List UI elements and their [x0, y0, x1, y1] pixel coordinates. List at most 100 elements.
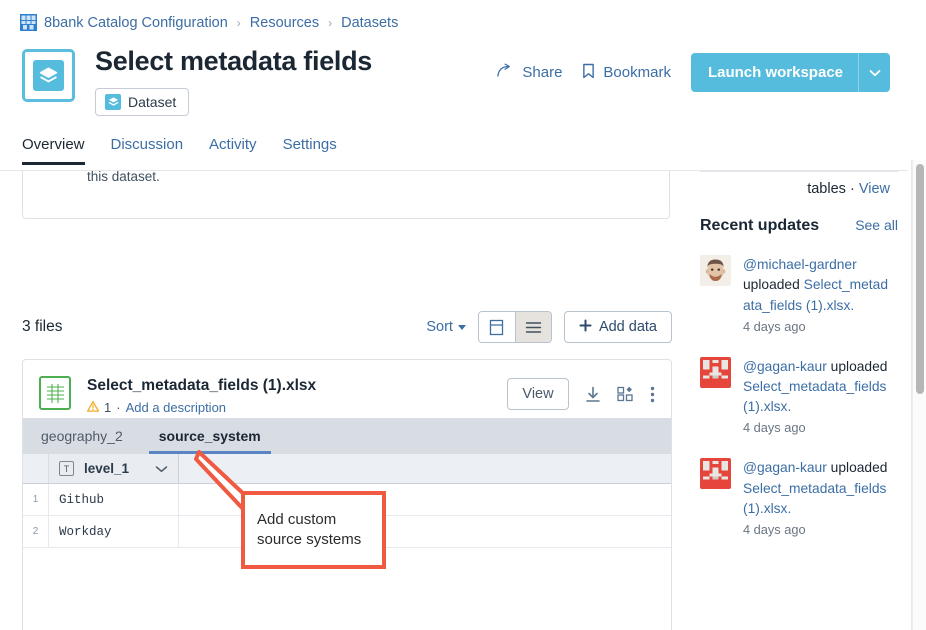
update-time: 4 days ago: [743, 522, 806, 538]
card-view-icon[interactable]: [478, 312, 515, 342]
recent-updates-title: Recent updates: [700, 217, 820, 234]
files-count: 3 files: [22, 318, 63, 335]
app-root: 8bank Catalog Configuration › Resources …: [0, 0, 926, 630]
file-card: Select_metadata_fields (1).xlsx 1 · Add …: [22, 359, 672, 630]
bookmark-button[interactable]: Bookmark: [582, 63, 671, 83]
download-icon[interactable]: [585, 386, 601, 403]
update-file[interactable]: Select_metadata_fields (1).xlsx.: [743, 379, 886, 414]
view-file-button[interactable]: View: [507, 378, 569, 410]
tab-settings[interactable]: Settings: [283, 136, 337, 165]
breadcrumb-separator: ›: [328, 15, 333, 30]
bookmark-icon: [582, 63, 595, 83]
avatar[interactable]: [700, 458, 731, 490]
grid-column-header-level-1[interactable]: T level_1: [49, 454, 179, 483]
plus-icon: [579, 319, 592, 336]
launch-workspace-button[interactable]: Launch workspace: [690, 53, 890, 92]
add-description-link[interactable]: Add a description: [126, 400, 226, 415]
table-row[interactable]: 1 Github: [23, 484, 671, 516]
update-time: 4 days ago: [743, 420, 806, 436]
breadcrumb-item-1[interactable]: Resources: [250, 15, 319, 31]
sub-separator: ·: [116, 400, 121, 415]
tables-summary: tables · View: [690, 181, 890, 197]
breadcrumb-item-0[interactable]: 8bank Catalog Configuration: [44, 15, 228, 31]
header-actions: Share Bookmark Launch workspace: [497, 53, 890, 92]
avatar[interactable]: [700, 255, 731, 286]
update-action: uploaded: [830, 358, 888, 374]
chevron-down-icon[interactable]: [858, 53, 890, 92]
files-toolbar: 3 files Sort Add data: [22, 311, 672, 343]
grid-cell[interactable]: Github: [49, 484, 179, 515]
sort-label: Sort: [426, 319, 453, 335]
list-item: @michael-gardner uploaded Select_metadat…: [700, 255, 900, 337]
breadcrumb-item-2[interactable]: Datasets: [341, 15, 398, 31]
spreadsheet-grid: T level_1 1 Github 2 Workday: [23, 454, 671, 630]
file-card-actions: View: [507, 376, 655, 410]
grid-column-label: level_1: [84, 461, 130, 476]
row-number: 2: [23, 516, 49, 547]
update-text: @michael-gardner uploaded Select_metadat…: [743, 255, 888, 337]
grid-cell[interactable]: Workday: [49, 516, 179, 547]
nav-tabs: Overview Discussion Activity Settings: [0, 116, 908, 165]
page-header: 8bank Catalog Configuration › Resources …: [0, 0, 908, 171]
update-action: uploaded: [743, 277, 800, 293]
sheet-tab-geography-2[interactable]: geography_2: [23, 418, 141, 454]
layers-icon: [105, 93, 121, 110]
title-block: Select metadata fields Dataset: [95, 46, 373, 116]
table-row[interactable]: 2 Workday: [23, 516, 671, 548]
list-view-icon[interactable]: [514, 312, 551, 342]
breadcrumb: 8bank Catalog Configuration › Resources …: [0, 0, 908, 31]
chevron-down-icon: [457, 324, 466, 330]
more-vertical-icon[interactable]: [650, 386, 655, 403]
text-type-icon: T: [59, 461, 74, 476]
share-button[interactable]: Share: [497, 63, 562, 82]
update-file[interactable]: Select_metadata_fields (1).xlsx.: [743, 481, 886, 516]
update-user[interactable]: @michael-gardner: [743, 257, 857, 272]
recent-updates-header: Recent updates See all: [700, 217, 898, 235]
right-sidebar: tables · View Recent updates See all @mi…: [690, 171, 908, 630]
scrollbar-thumb[interactable]: [916, 164, 924, 394]
catalog-grid-icon: [20, 14, 37, 31]
tables-view-link[interactable]: View: [859, 181, 890, 197]
update-action: uploaded: [830, 460, 888, 476]
file-card-header: Select_metadata_fields (1).xlsx 1 · Add …: [23, 360, 671, 415]
sidebar-divider: [700, 171, 898, 172]
update-user[interactable]: @gagan-kaur: [743, 359, 827, 374]
tab-activity[interactable]: Activity: [209, 136, 257, 165]
tab-overview[interactable]: Overview: [22, 136, 85, 165]
file-card-titles: Select_metadata_fields (1).xlsx 1 · Add …: [86, 376, 317, 415]
bookmark-label: Bookmark: [603, 64, 671, 81]
sort-button[interactable]: Sort: [426, 319, 466, 335]
file-card-subline: 1 · Add a description: [86, 400, 316, 415]
add-data-button[interactable]: Add data: [563, 311, 672, 343]
share-label: Share: [522, 64, 563, 81]
banner-subtext: Connect other resources to increase the …: [87, 171, 160, 185]
update-text: @gagan-kaur uploaded Select_metadata_fie…: [743, 458, 888, 540]
tab-discussion[interactable]: Discussion: [111, 136, 184, 165]
layers-icon: [33, 60, 64, 91]
update-user[interactable]: @gagan-kaur: [743, 460, 827, 475]
list-item: @gagan-kaur uploaded Select_metadata_fie…: [700, 356, 900, 439]
page-title: Select metadata fields: [95, 46, 373, 76]
type-chip-label: Dataset: [128, 93, 177, 110]
share-arrow-icon: [497, 63, 514, 82]
preview-grid-icon[interactable]: [617, 386, 634, 402]
tables-label: tables: [807, 181, 846, 197]
breadcrumb-separator: ›: [236, 15, 241, 30]
type-chip[interactable]: Dataset: [95, 87, 190, 116]
file-name: Select_metadata_fields (1).xlsx: [87, 377, 317, 394]
update-time: 4 days ago: [743, 318, 806, 334]
grid-corner-cell: [23, 454, 49, 483]
sheet-tab-source-system[interactable]: source_system: [141, 418, 279, 454]
chevron-down-icon[interactable]: [155, 460, 168, 478]
see-all-link[interactable]: See all: [855, 217, 898, 233]
list-item: @gagan-kaur uploaded Select_metadata_fie…: [700, 458, 900, 540]
view-toggle-group: [477, 311, 552, 343]
page-scrollbar[interactable]: [912, 160, 926, 630]
row-number: 1: [23, 484, 49, 515]
update-text: @gagan-kaur uploaded Select_metadata_fie…: [743, 357, 888, 439]
grid-header-row: T level_1: [23, 454, 671, 484]
spreadsheet-icon: [39, 376, 71, 410]
avatar[interactable]: [700, 356, 731, 388]
warning-triangle-icon: [86, 400, 100, 415]
connect-resources-banner: are connected to each other. Connect oth…: [22, 171, 670, 219]
